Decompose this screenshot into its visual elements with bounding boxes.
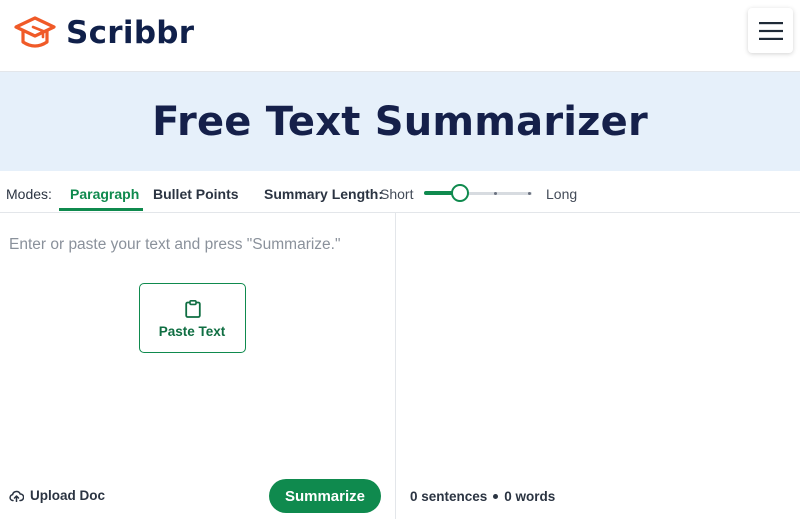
slider-step-dot [528, 192, 531, 195]
hero-banner: Free Text Summarizer [0, 72, 800, 171]
upload-doc-label: Upload Doc [30, 488, 106, 503]
sentence-count: 0 sentences [410, 489, 488, 504]
summary-length-max-label: Long [546, 186, 578, 202]
hamburger-menu-icon [758, 21, 783, 40]
slider-step-dot [494, 192, 497, 195]
graduation-cap-icon [14, 16, 56, 48]
tab-bullet-points[interactable]: Bullet Points [153, 186, 239, 202]
active-tab-indicator [59, 208, 143, 211]
modes-bar: Modes: Paragraph Bullet Points Summary L… [0, 171, 800, 213]
page-title: Free Text Summarizer [152, 98, 648, 145]
upload-doc-button[interactable]: Upload Doc [9, 488, 105, 503]
panel-divider [395, 213, 396, 519]
clipboard-icon [185, 300, 201, 318]
separator-dot [493, 494, 499, 499]
slider-thumb[interactable] [450, 184, 469, 202]
cloud-upload-icon [9, 490, 24, 502]
menu-button[interactable] [748, 8, 793, 53]
modes-label: Modes: [6, 186, 52, 202]
tab-paragraph[interactable]: Paragraph [70, 186, 139, 202]
text-input-placeholder[interactable]: Enter or paste your text and press "Summ… [9, 236, 340, 254]
site-header: Scribbr [0, 0, 800, 72]
summary-length-slider[interactable] [424, 183, 534, 203]
summarize-button[interactable]: Summarize [269, 479, 381, 513]
summary-length-min-label: Short [380, 186, 414, 202]
paste-text-label: Paste Text [158, 324, 226, 339]
paste-text-button[interactable]: Paste Text [139, 283, 246, 353]
brand-name: Scribbr [66, 15, 195, 51]
summary-stats: 0 sentences 0 words [410, 489, 555, 504]
summary-length-label: Summary Length: [264, 186, 384, 202]
word-count: 0 words [504, 489, 556, 504]
scribbr-logo[interactable]: Scribbr [12, 12, 194, 54]
